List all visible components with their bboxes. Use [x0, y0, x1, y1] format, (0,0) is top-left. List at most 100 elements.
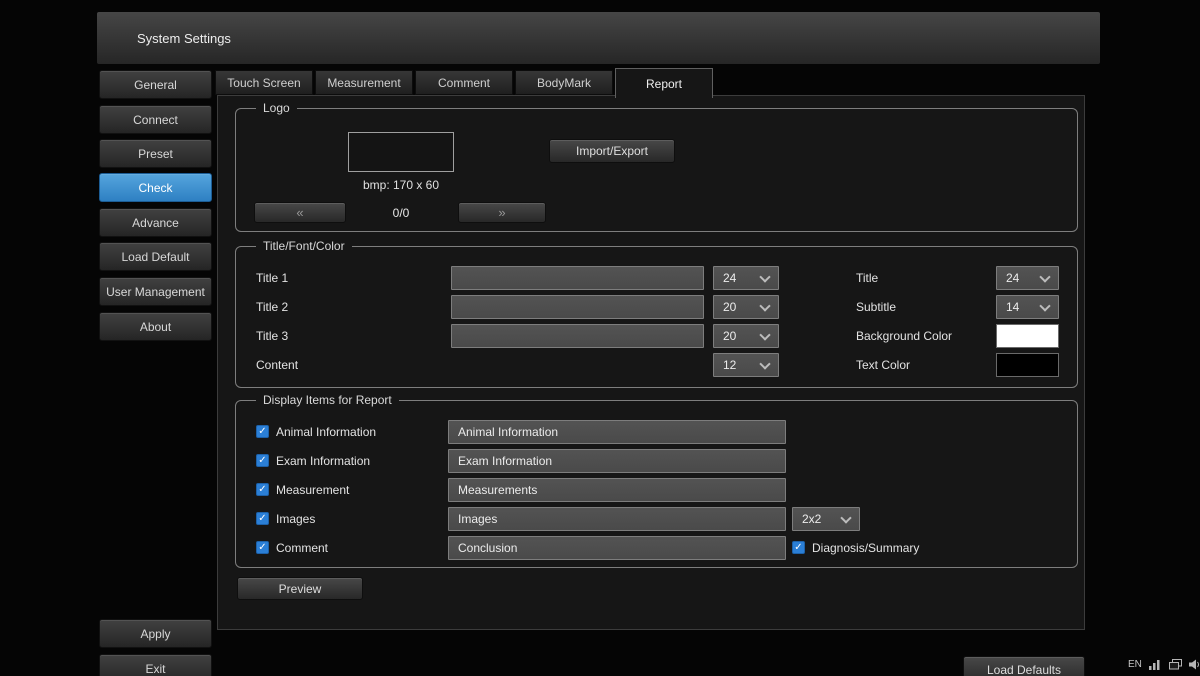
images-layout-dropdown[interactable]: 2x2 — [792, 507, 860, 531]
preview-button[interactable]: Preview — [237, 577, 363, 600]
chevron-down-icon — [759, 300, 770, 311]
logo-preview-box — [348, 132, 454, 172]
sidebar-item-general[interactable]: General — [99, 70, 212, 99]
animal-information-checkbox-label: Animal Information — [276, 420, 376, 444]
dropdown-value: 14 — [1006, 300, 1019, 314]
report-settings-panel: Logo bmp: 170 x 60 Import/Export « 0/0 »… — [217, 95, 1085, 630]
import-export-label: Import/Export — [576, 144, 648, 158]
exam-information-title-input[interactable] — [448, 449, 786, 473]
sidebar-item-label: Advance — [132, 216, 179, 230]
subtitle-size-dropdown[interactable]: 14 — [996, 295, 1059, 319]
animal-information-checkbox[interactable] — [256, 425, 269, 438]
title-font-color-group: Title/Font/Color Title 1 24 Title 2 20 T… — [235, 246, 1078, 388]
sidebar-item-check[interactable]: Check — [99, 173, 212, 202]
sidebar-item-label: Preset — [138, 147, 173, 161]
title3-size-dropdown[interactable]: 20 — [713, 324, 779, 348]
dual-screen-icon — [1169, 659, 1182, 670]
sidebar-item-connect[interactable]: Connect — [99, 105, 212, 134]
sidebar-item-label: About — [140, 320, 171, 334]
images-checkbox[interactable] — [256, 512, 269, 525]
prev-arrows-icon: « — [296, 205, 303, 220]
preview-label: Preview — [279, 582, 322, 596]
tab-measurement[interactable]: Measurement — [315, 70, 413, 95]
sidebar-item-label: General — [134, 78, 177, 92]
title-size-dropdown[interactable]: 24 — [996, 266, 1059, 290]
title-font-color-legend: Title/Font/Color — [256, 239, 352, 254]
images-checkbox-label: Images — [276, 507, 315, 531]
measurement-checkbox[interactable] — [256, 483, 269, 496]
sidebar-item-preset[interactable]: Preset — [99, 139, 212, 168]
dropdown-value: 24 — [1006, 271, 1019, 285]
title2-label: Title 2 — [256, 295, 288, 319]
chevron-down-icon — [840, 512, 851, 523]
sidebar-item-label: Load Default — [121, 250, 189, 264]
tab-label: Touch Screen — [227, 76, 300, 90]
chevron-down-icon — [1039, 300, 1050, 311]
tab-comment[interactable]: Comment — [415, 70, 513, 95]
title1-label: Title 1 — [256, 266, 288, 290]
display-items-legend: Display Items for Report — [256, 393, 399, 408]
next-arrows-icon: » — [498, 205, 505, 220]
tab-label: Report — [646, 77, 682, 91]
background-color-label: Background Color — [856, 324, 952, 348]
tab-label: Comment — [438, 76, 490, 90]
logo-next-button[interactable]: » — [458, 202, 546, 223]
measurement-title-input[interactable] — [448, 478, 786, 502]
animal-information-title-input[interactable] — [448, 420, 786, 444]
title3-label: Title 3 — [256, 324, 288, 348]
content-label: Content — [256, 353, 298, 377]
subtitle-size-label: Subtitle — [856, 295, 896, 319]
system-settings-screen: System Settings General Connect Preset C… — [0, 0, 1200, 676]
title2-input[interactable] — [451, 295, 704, 319]
language-indicator: EN — [1128, 659, 1142, 670]
exam-information-checkbox[interactable] — [256, 454, 269, 467]
tab-report[interactable]: Report — [615, 68, 713, 98]
display-items-group: Display Items for Report Animal Informat… — [235, 400, 1078, 568]
diagnosis-summary-checkbox-label: Diagnosis/Summary — [812, 536, 919, 560]
sidebar-item-label: Connect — [133, 113, 178, 127]
diagnosis-summary-checkbox[interactable] — [792, 541, 805, 554]
dropdown-value: 2x2 — [802, 512, 821, 526]
sidebar-item-load-default[interactable]: Load Default — [99, 242, 212, 271]
chevron-down-icon — [759, 358, 770, 369]
images-title-input[interactable] — [448, 507, 786, 531]
dropdown-value: 12 — [723, 358, 736, 372]
network-signal-icon — [1149, 659, 1162, 670]
logo-group-legend: Logo — [256, 101, 297, 116]
comment-checkbox-label: Comment — [276, 536, 328, 560]
load-defaults-label: Load Defaults — [987, 663, 1061, 676]
title2-size-dropdown[interactable]: 20 — [713, 295, 779, 319]
title1-input[interactable] — [451, 266, 704, 290]
dropdown-value: 20 — [723, 300, 736, 314]
window-titlebar: System Settings — [97, 12, 1100, 64]
chevron-down-icon — [1039, 271, 1050, 282]
sidebar-item-label: User Management — [106, 285, 205, 299]
sidebar-item-label: Check — [138, 181, 172, 195]
dropdown-value: 20 — [723, 329, 736, 343]
sidebar-item-advance[interactable]: Advance — [99, 208, 212, 237]
tab-bodymark[interactable]: BodyMark — [515, 70, 613, 95]
measurement-checkbox-label: Measurement — [276, 478, 349, 502]
exit-button[interactable]: Exit — [99, 654, 212, 676]
logo-size-label: bmp: 170 x 60 — [318, 178, 484, 192]
page-title: System Settings — [137, 31, 231, 46]
title-size-label: Title — [856, 266, 878, 290]
text-color-swatch[interactable] — [996, 353, 1059, 377]
content-size-dropdown[interactable]: 12 — [713, 353, 779, 377]
sidebar-item-user-management[interactable]: User Management — [99, 277, 212, 306]
title1-size-dropdown[interactable]: 24 — [713, 266, 779, 290]
background-color-swatch[interactable] — [996, 324, 1059, 348]
apply-button[interactable]: Apply — [99, 619, 212, 648]
logo-group: Logo bmp: 170 x 60 Import/Export « 0/0 » — [235, 108, 1078, 232]
logo-prev-button[interactable]: « — [254, 202, 346, 223]
title3-input[interactable] — [451, 324, 704, 348]
comment-checkbox[interactable] — [256, 541, 269, 554]
speaker-icon — [1189, 659, 1200, 670]
sidebar-item-about[interactable]: About — [99, 312, 212, 341]
tab-touch-screen[interactable]: Touch Screen — [215, 70, 313, 95]
chevron-down-icon — [759, 271, 770, 282]
comment-title-input[interactable] — [448, 536, 786, 560]
dropdown-value: 24 — [723, 271, 736, 285]
load-defaults-button[interactable]: Load Defaults — [963, 656, 1085, 676]
import-export-button[interactable]: Import/Export — [549, 139, 675, 163]
